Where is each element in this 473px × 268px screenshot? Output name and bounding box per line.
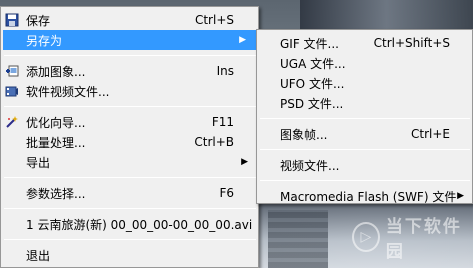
submenu-item-gif[interactable]: GIF 文件... Ctrl+Shift+S [257, 33, 472, 53]
film-icon [5, 86, 18, 97]
shortcut-text: F6 [219, 186, 234, 200]
menu-item-label: 保存 [26, 13, 51, 28]
menu-item-label: 批量处理... [26, 135, 86, 150]
shortcut-text: Ctrl+B [194, 135, 234, 149]
menu-item-label: 另存为 [26, 33, 63, 48]
submenu-item-psd[interactable]: PSD 文件... [257, 93, 472, 113]
watermark: ▷ 当下软件园 [352, 212, 473, 262]
menu-item-batch-process[interactable]: 批量处理... Ctrl+B [1, 132, 258, 152]
watermark-logo-icon: ▷ [352, 222, 380, 252]
menu-item-video-file[interactable]: 软件视频文件... [1, 81, 258, 101]
menu-separator [4, 208, 256, 209]
shortcut-text: Ctrl+Shift+S [373, 36, 450, 50]
menu-item-exit[interactable]: 退出 [1, 245, 258, 265]
menu-item-label: 1 云南旅游(新) 00_00_00-00_00_00.avi [26, 217, 253, 232]
menu-item-label: 视频文件... [280, 158, 340, 173]
menu-separator [260, 180, 470, 181]
watermark-text: 当下软件园 [385, 217, 462, 262]
menu-item-label: 退出 [26, 248, 51, 263]
menu-separator [4, 55, 256, 56]
menu-item-label: 添加图象... [26, 64, 86, 79]
menu-item-label: GIF 文件... [280, 36, 339, 51]
menu-separator [260, 118, 470, 119]
menu-item-label: PSD 文件... [280, 96, 344, 111]
menu-item-export[interactable]: 导出 ▶ [1, 152, 258, 172]
menu-separator [4, 239, 256, 240]
menu-item-add-image[interactable]: 添加图象... Ins [1, 61, 258, 81]
menu-item-label: 优化向导... [26, 115, 86, 130]
save-as-submenu: GIF 文件... Ctrl+Shift+S UGA 文件... UFO 文件.… [256, 29, 473, 204]
submenu-arrow-icon: ▶ [241, 157, 248, 167]
menu-item-label: UFO 文件... [280, 76, 345, 91]
submenu-item-image-frame[interactable]: 图象帧... Ctrl+E [257, 124, 472, 144]
submenu-item-ufo[interactable]: UFO 文件... [257, 73, 472, 93]
shortcut-text: Ctrl+S [194, 13, 234, 27]
floppy-disk-icon [5, 13, 19, 27]
menu-item-label: 软件视频文件... [26, 84, 110, 99]
menu-item-save-as[interactable]: 另存为 ▶ [3, 30, 256, 50]
menu-item-save[interactable]: 保存 Ctrl+S [1, 10, 258, 30]
shortcut-text: Ins [216, 64, 234, 78]
menu-item-recent-file[interactable]: 1 云南旅游(新) 00_00_00-00_00_00.avi [1, 214, 258, 234]
shortcut-text: Ctrl+E [411, 127, 450, 141]
menu-separator [260, 149, 470, 150]
add-image-icon [6, 65, 19, 77]
background-photo-block [268, 210, 328, 268]
menu-item-label: Macromedia Flash (SWF) 文件 [280, 189, 457, 204]
menu-separator [4, 106, 256, 107]
submenu-item-video-file[interactable]: 视频文件... [257, 155, 472, 175]
menu-item-preferences[interactable]: 参数选择... F6 [1, 183, 258, 203]
submenu-item-uga[interactable]: UGA 文件... [257, 53, 472, 73]
file-menu: 保存 Ctrl+S 另存为 ▶ 添加图象... Ins 软件视频文件... 优化… [0, 6, 259, 268]
menu-item-optimize-wizard[interactable]: 优化向导... F11 [1, 112, 258, 132]
menu-item-label: 图象帧... [280, 127, 328, 142]
menu-item-label: 参数选择... [26, 186, 86, 201]
shortcut-text: F11 [211, 115, 234, 129]
submenu-arrow-icon: ▶ [457, 191, 464, 201]
menu-item-label: UGA 文件... [280, 56, 346, 71]
magic-wand-icon [6, 116, 18, 128]
submenu-arrow-icon: ▶ [239, 35, 246, 45]
menu-separator [4, 177, 256, 178]
submenu-item-flash[interactable]: Macromedia Flash (SWF) 文件 ▶ [257, 186, 472, 206]
menu-item-label: 导出 [26, 155, 51, 170]
